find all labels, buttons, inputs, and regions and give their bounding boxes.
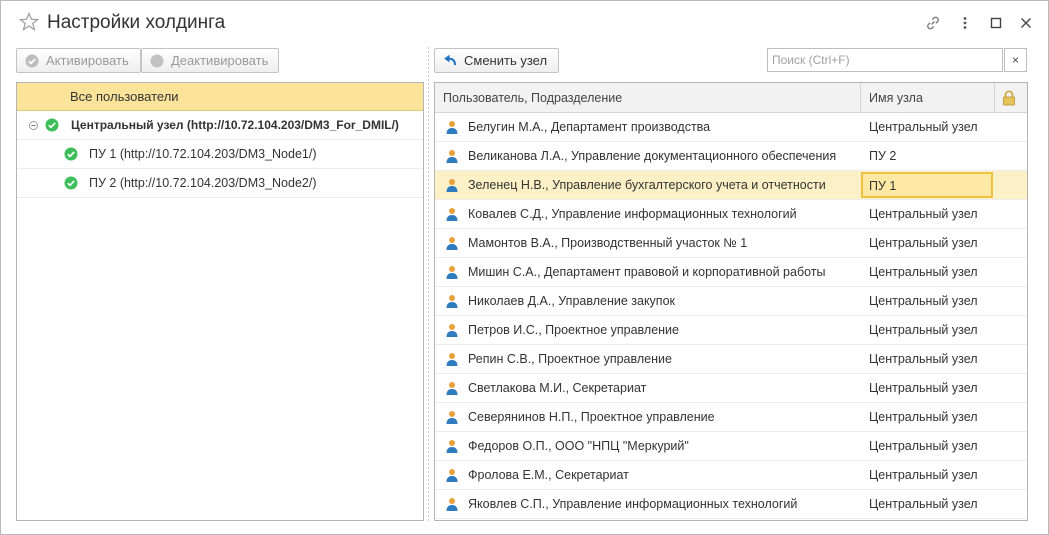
table-row[interactable]: Федоров О.П., ООО "НПЦ "Меркурий" Централ… — [435, 432, 1027, 461]
cell-node: Центральный узел — [869, 265, 978, 279]
table-row[interactable]: Фролова Е.М., Секретариат Центральный узе… — [435, 461, 1027, 490]
user-icon — [446, 324, 458, 337]
cell-user: Николаев Д.А., Управление закупок — [468, 294, 675, 308]
cell-node: Центральный узел — [869, 120, 978, 134]
table-row[interactable]: Ковалев С.Д., Управление информационных … — [435, 200, 1027, 229]
cell-user: Федоров О.П., ООО "НПЦ "Меркурий" — [468, 439, 689, 453]
cell-node: Центральный узел — [869, 294, 978, 308]
table-row[interactable]: Светлакова М.И., Секретариат Центральный … — [435, 374, 1027, 403]
tree-item-node-1[interactable]: ПУ 1 (http://10.72.104.203/DM3_Node1/) — [17, 140, 423, 169]
user-icon — [446, 237, 458, 250]
panel-splitter[interactable] — [428, 47, 429, 521]
tree-item-label: ПУ 2 (http://10.72.104.203/DM3_Node2/) — [89, 176, 317, 190]
table-header: Пользователь, Подразделение Имя узла — [435, 83, 1027, 113]
cell-user: Мамонтов В.А., Производственный участок … — [468, 236, 748, 250]
cell-user: Яковлев С.П., Управление информационных … — [468, 497, 798, 511]
cell-node: Центральный узел — [869, 468, 978, 482]
cell-user: Репин С.В., Проектное управление — [468, 352, 672, 366]
cell-node: Центральный узел — [869, 236, 978, 250]
column-header-node[interactable]: Имя узла — [869, 83, 923, 112]
cell-user: Великанова Л.А., Управление документацио… — [468, 149, 837, 163]
deactivate-button-label: Деактивировать — [171, 53, 269, 68]
user-icon — [446, 498, 458, 511]
table-row[interactable]: Белугин М.А., Департамент производства Це… — [435, 113, 1027, 142]
holding-settings-window: Настройки холдинга Активировать Деактиви… — [0, 0, 1049, 535]
table-row[interactable]: Зеленец Н.В., Управление бухгалтерского … — [435, 171, 1027, 200]
user-icon — [446, 382, 458, 395]
table-row[interactable]: Великанова Л.А., Управление документацио… — [435, 142, 1027, 171]
column-header-user[interactable]: Пользователь, Подразделение — [443, 83, 622, 112]
cell-user: Мишин С.А., Департамент правовой и корпо… — [468, 265, 826, 279]
cell-user: Ковалев С.Д., Управление информационных … — [468, 207, 797, 221]
tree-item-central-node[interactable]: Центральный узел (http://10.72.104.203/D… — [17, 111, 423, 140]
column-separator[interactable] — [860, 83, 861, 112]
close-icon[interactable] — [1016, 13, 1036, 33]
table-row[interactable]: Северянинов Н.П., Проектное управление Це… — [435, 403, 1027, 432]
activate-button-label: Активировать — [46, 53, 129, 68]
gray-circle-icon — [150, 54, 164, 67]
tree-item-all-users[interactable]: Все пользователи — [17, 83, 423, 111]
cell-node: ПУ 2 — [869, 149, 897, 163]
cell-user: Петров И.С., Проектное управление — [468, 323, 679, 337]
window-title: Настройки холдинга — [47, 12, 226, 33]
user-icon — [446, 266, 458, 279]
user-icon — [446, 469, 458, 482]
table-row[interactable]: Петров И.С., Проектное управление Централ… — [435, 316, 1027, 345]
table-row[interactable]: Репин С.В., Проектное управление Централь… — [435, 345, 1027, 374]
change-node-button[interactable]: Сменить узел — [434, 48, 559, 73]
deactivate-button[interactable]: Деактивировать — [141, 48, 279, 73]
search-input[interactable] — [767, 48, 1003, 72]
check-circle-icon — [45, 118, 59, 132]
activate-button[interactable]: Активировать — [16, 48, 141, 73]
more-menu-icon[interactable] — [955, 13, 975, 33]
tree-item-label: ПУ 1 (http://10.72.104.203/DM3_Node1/) — [89, 147, 317, 161]
user-icon — [446, 150, 458, 163]
user-icon — [446, 411, 458, 424]
check-circle-icon — [64, 147, 78, 161]
star-favorite-icon[interactable] — [19, 12, 39, 32]
cell-node: Центральный узел — [869, 207, 978, 221]
cell-node: Центральный узел — [869, 381, 978, 395]
change-node-button-label: Сменить узел — [464, 53, 548, 68]
user-icon — [446, 208, 458, 221]
column-separator[interactable] — [994, 83, 995, 112]
lock-icon — [1002, 83, 1016, 112]
table-row[interactable]: Николаев Д.А., Управление закупок Централ… — [435, 287, 1027, 316]
cell-user: Белугин М.А., Департамент производства — [468, 120, 711, 134]
check-circle-icon — [25, 54, 39, 67]
users-table: Пользователь, Подразделение Имя узла Бел… — [434, 82, 1028, 521]
user-icon — [446, 440, 458, 453]
undo-arrow-icon — [444, 54, 456, 65]
cell-node: Центральный узел — [869, 497, 978, 511]
table-row[interactable]: Яковлев С.П., Управление информационных … — [435, 490, 1027, 519]
maximize-icon[interactable] — [986, 13, 1006, 33]
cell-node: Центральный узел — [869, 352, 978, 366]
search-clear-button[interactable]: × — [1004, 48, 1027, 72]
user-icon — [446, 295, 458, 308]
cell-user: Зеленец Н.В., Управление бухгалтерского … — [468, 178, 826, 192]
user-icon — [446, 353, 458, 366]
check-circle-icon — [64, 176, 78, 190]
cell-node: Центральный узел — [869, 410, 978, 424]
cell-node: Центральный узел — [869, 323, 978, 337]
cell-node[interactable]: ПУ 1 — [861, 172, 993, 198]
collapse-icon[interactable] — [29, 120, 38, 130]
title-bar: Настройки холдинга — [1, 1, 1048, 45]
cell-node: Центральный узел — [869, 439, 978, 453]
tree-header-label: Все пользователи — [70, 89, 179, 104]
table-row[interactable]: Мамонтов В.А., Производственный участок … — [435, 229, 1027, 258]
user-icon — [446, 121, 458, 134]
tree-item-node-2[interactable]: ПУ 2 (http://10.72.104.203/DM3_Node2/) — [17, 169, 423, 198]
table-row[interactable]: Мишин С.А., Департамент правовой и корпо… — [435, 258, 1027, 287]
cell-user: Северянинов Н.П., Проектное управление — [468, 410, 715, 424]
tree-item-label: Центральный узел (http://10.72.104.203/D… — [71, 118, 399, 132]
user-icon — [446, 179, 458, 192]
cell-user: Светлакова М.И., Секретариат — [468, 381, 647, 395]
cell-user: Фролова Е.М., Секретариат — [468, 468, 629, 482]
link-icon[interactable] — [923, 13, 943, 33]
nodes-tree: Все пользователи Центральный узел (http:… — [16, 82, 424, 521]
